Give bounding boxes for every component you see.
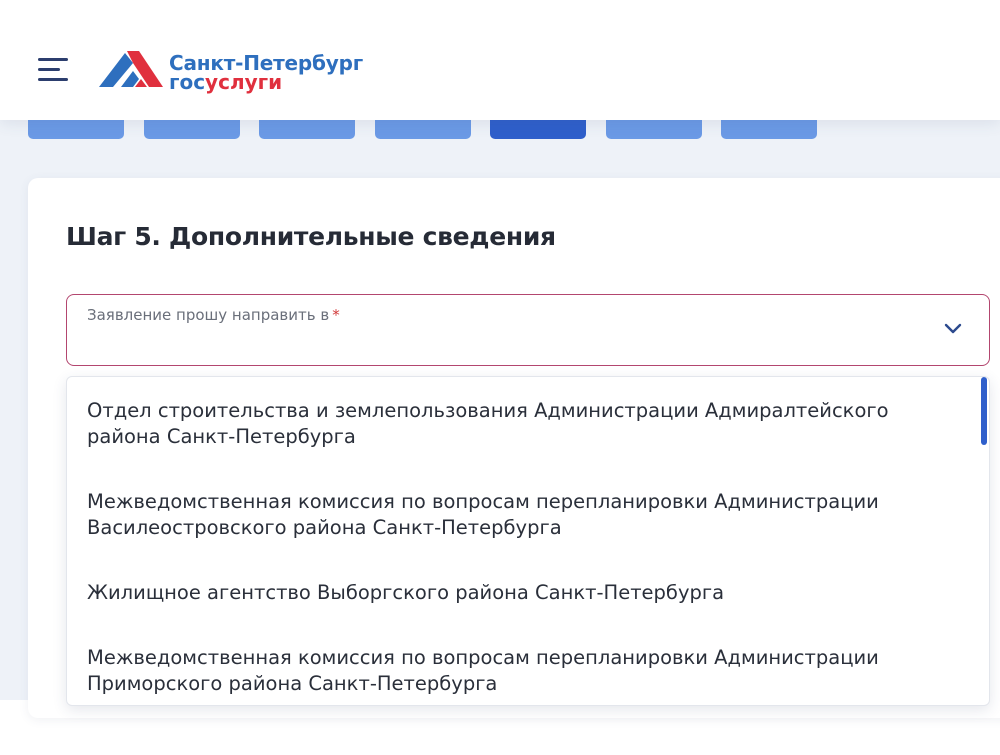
logo-gosuslugi-text: госуслуги [169,72,282,92]
logo-uslugi-part: услуги [205,70,283,94]
select-label-text: Заявление прошу направить в [87,306,330,324]
dropdown-option[interactable]: Отдел строительства и землепользования А… [87,398,947,450]
gosuslugi-logo[interactable]: Санкт-Петербург госуслуги [99,47,369,93]
dropdown-option[interactable]: Межведомственная комиссия по вопросам пе… [87,489,947,541]
gosuslugi-logo-icon [99,51,163,87]
dropdown-scrollbar[interactable] [981,377,987,445]
logo-gos-part: гос [169,70,206,94]
page-title: Шаг 5. Дополнительные сведения [66,222,556,251]
dropdown-list: Отдел строительства и землепользования А… [66,376,990,706]
chevron-down-icon[interactable] [943,321,963,335]
recipient-select[interactable]: Заявление прошу направить в * [66,294,990,366]
site-header: Санкт-Петербург госуслуги [0,0,1000,120]
dropdown-option[interactable]: Жилищное агентство Выборгского района Са… [87,580,947,606]
hamburger-menu-icon[interactable] [38,58,70,84]
select-label: Заявление прошу направить в * [87,306,340,324]
dropdown-option[interactable]: Межведомственная комиссия по вопросам пе… [87,645,947,697]
required-mark: * [332,306,340,324]
